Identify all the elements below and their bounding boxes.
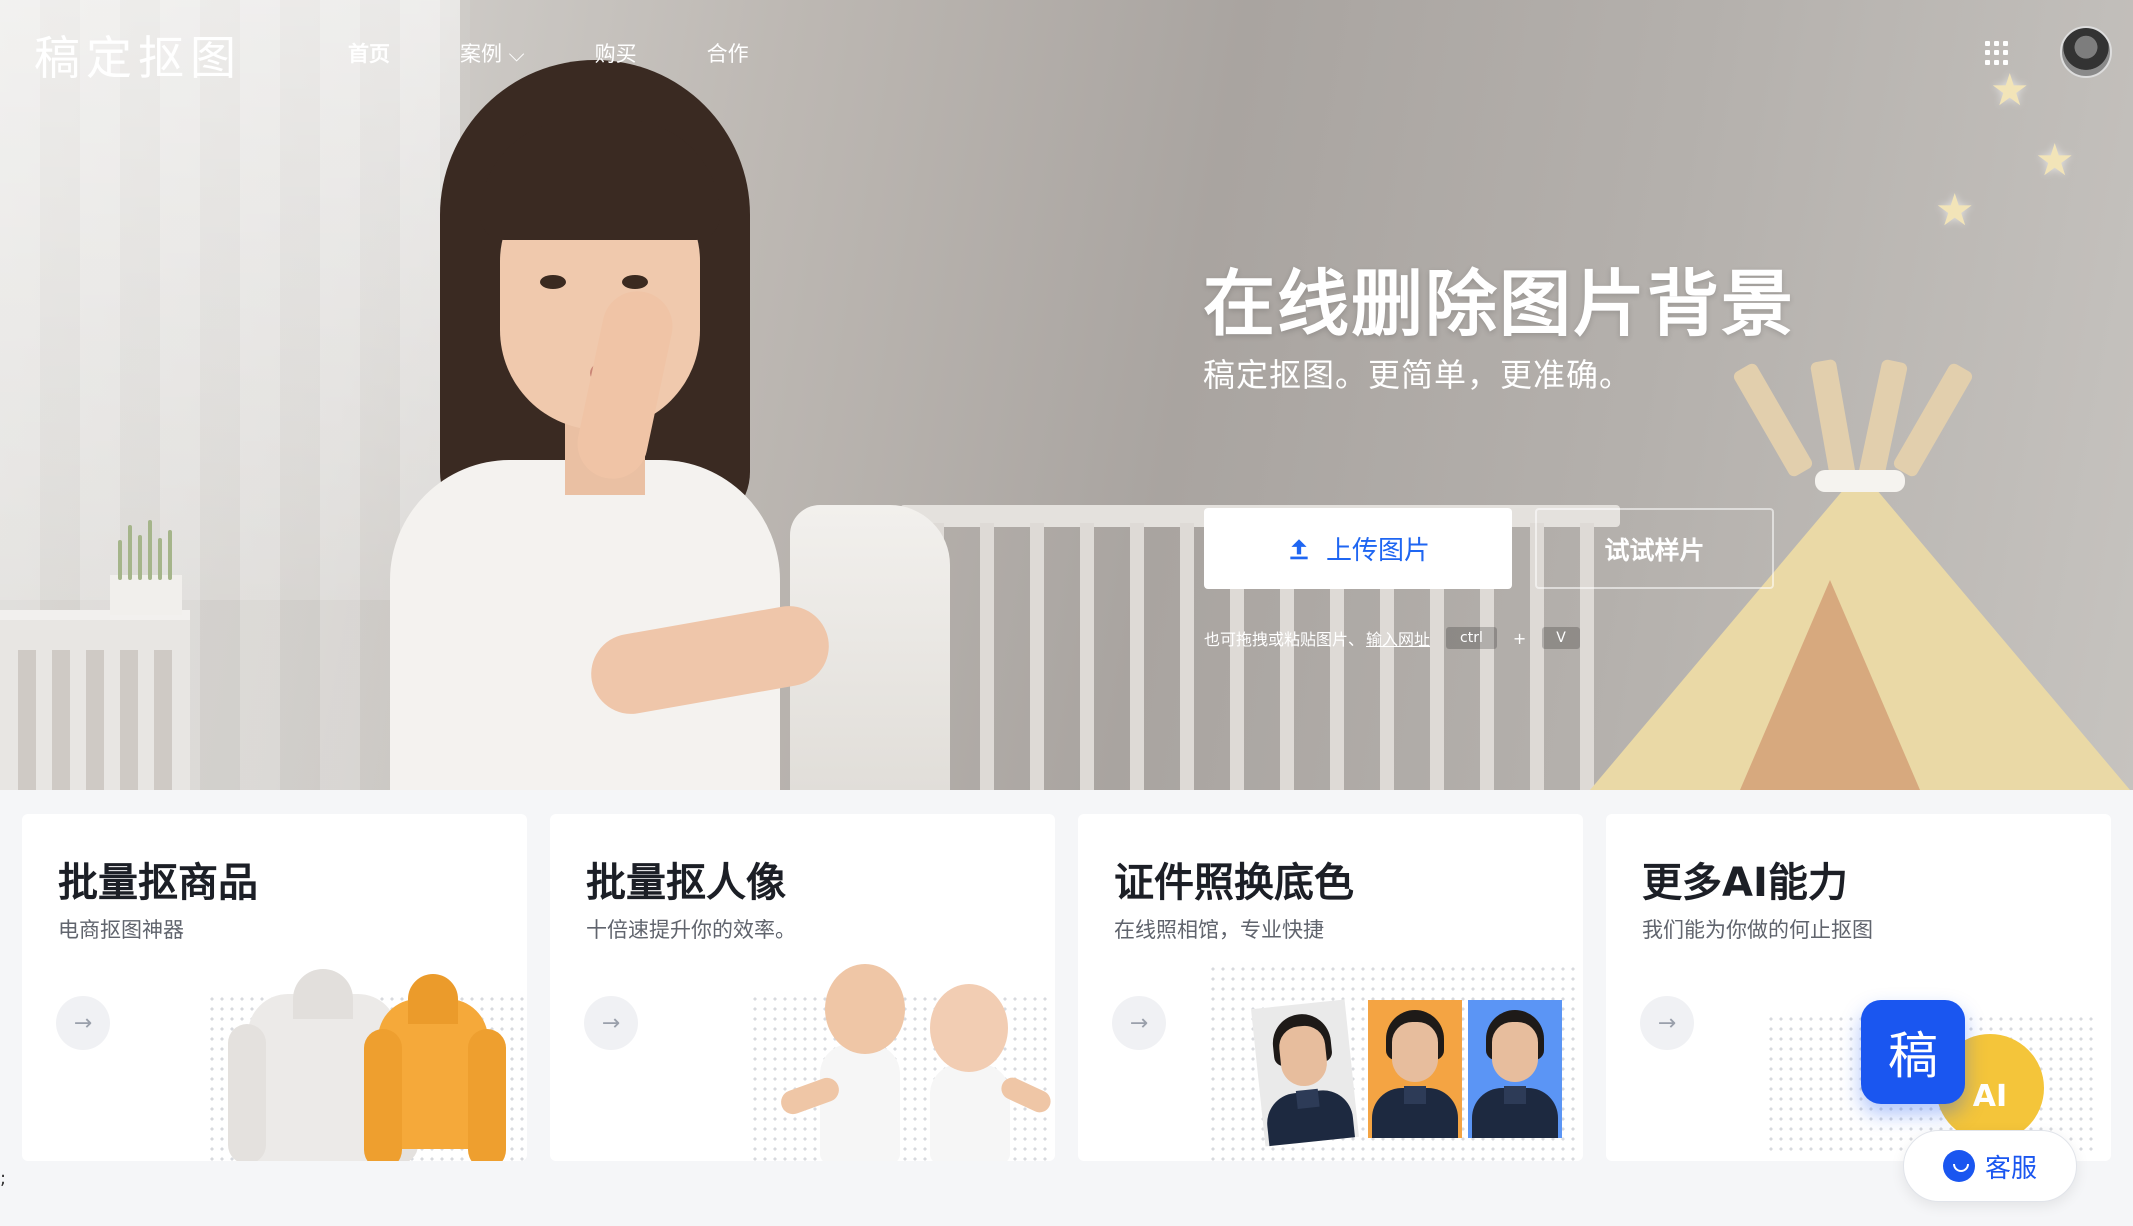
- ctrl-key: ctrl: [1446, 627, 1497, 649]
- id-photo-blue: [1468, 1000, 1562, 1138]
- baby-2: [900, 984, 1055, 1161]
- card-batch-portraits[interactable]: 批量抠人像 十倍速提升你的效率。 →: [550, 814, 1055, 1161]
- nav-cooperation[interactable]: 合作: [707, 38, 749, 68]
- upload-button-label: 上传图片: [1325, 536, 1430, 566]
- hero-banner: ★ ★ ★ 在线删除图片背景 稿定抠图。更简单，更准确。 上传图片 试试样片 也…: [0, 0, 2133, 790]
- service-label: 客服: [1984, 1153, 2037, 1184]
- sample-button-label: 试试样片: [1604, 535, 1705, 565]
- star-icon: ★: [1935, 185, 1975, 236]
- nav-home[interactable]: 首页: [348, 38, 390, 68]
- apps-grid-icon[interactable]: [1985, 41, 2009, 65]
- card-batch-products[interactable]: 批量抠商品 电商抠图神器 →: [22, 814, 527, 1161]
- plus-sign: +: [1512, 628, 1527, 648]
- id-photo-white: [1251, 999, 1359, 1147]
- site-logo[interactable]: 稿定抠图: [34, 22, 242, 88]
- nav-buy[interactable]: 购买: [595, 38, 637, 68]
- baby-1: [777, 964, 920, 1161]
- arrow-right-icon[interactable]: →: [1112, 996, 1166, 1050]
- main-nav: 首页 案例 ⌵ 购买 合作: [348, 38, 819, 68]
- card-id-photo[interactable]: 证件照换底色 在线照相馆，专业快捷 →: [1078, 814, 1583, 1161]
- card-desc: 十倍速提升你的效率。: [586, 918, 796, 942]
- user-avatar[interactable]: [2060, 26, 2112, 78]
- stray-semicolon: ;: [0, 1168, 7, 1189]
- try-sample-button[interactable]: 试试样片: [1535, 508, 1774, 589]
- card-title: 证件照换底色: [1114, 860, 1354, 906]
- arrow-right-icon[interactable]: →: [56, 996, 110, 1050]
- feature-cards: 批量抠商品 电商抠图神器 → 批量抠人像 十倍速提升你的效率。 → 证件照换底色…: [22, 814, 2112, 1161]
- hint-text: 也可拖拽或粘贴图片、: [1204, 630, 1365, 649]
- top-navbar: 稿定抠图 首页 案例 ⌵ 购买 合作: [0, 0, 2133, 105]
- id-photo-orange: [1368, 1000, 1462, 1138]
- card-title: 批量抠商品: [58, 860, 258, 906]
- yellow-sweater: [364, 974, 506, 1161]
- enter-url-link[interactable]: 输入网址: [1366, 626, 1430, 650]
- upload-icon: [1290, 538, 1308, 559]
- chat-icon: [1942, 1150, 1975, 1182]
- card-desc: 在线照相馆，专业快捷: [1114, 918, 1324, 942]
- nav-cases[interactable]: 案例 ⌵: [460, 38, 525, 68]
- v-key: V: [1542, 627, 1580, 649]
- card-title: 批量抠人像: [586, 860, 786, 906]
- plant-pot: [110, 575, 182, 615]
- radiator: [0, 610, 190, 790]
- hero-title: 在线删除图片背景: [1203, 262, 1796, 346]
- customer-service-button[interactable]: 客服: [1903, 1130, 2077, 1202]
- gao-app-icon: 稿: [1861, 1000, 1965, 1104]
- upload-image-button[interactable]: 上传图片: [1204, 508, 1512, 589]
- hero-subtitle: 稿定抠图。更简单，更准确。: [1203, 356, 1633, 394]
- plant: [110, 520, 180, 580]
- star-icon: ★: [2035, 135, 2075, 186]
- paste-hint: 也可拖拽或粘贴图片、 输入网址 ctrl + V: [1204, 626, 1586, 650]
- arrow-right-icon[interactable]: →: [1640, 996, 1694, 1050]
- card-title: 更多AI能力: [1642, 860, 1848, 906]
- card-desc: 我们能为你做的何止抠图: [1642, 918, 1873, 942]
- arrow-right-icon[interactable]: →: [584, 996, 638, 1050]
- card-desc: 电商抠图神器: [58, 918, 184, 942]
- girl-photo: [360, 60, 836, 790]
